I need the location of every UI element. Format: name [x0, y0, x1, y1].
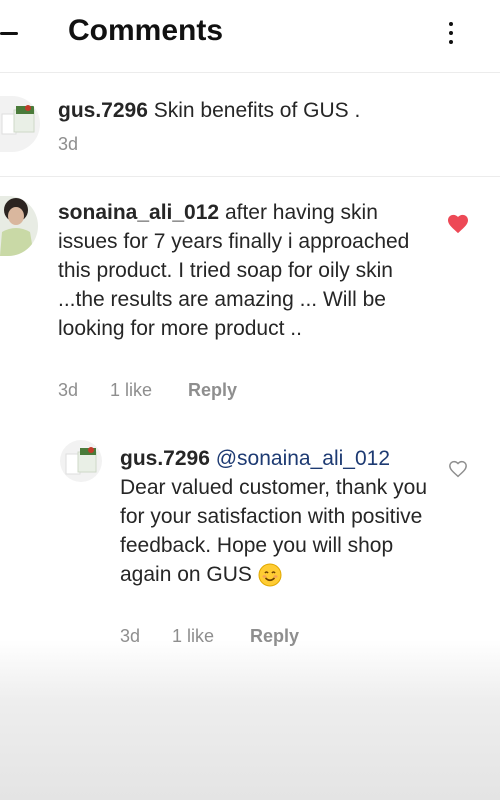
reply-mention-link[interactable]: @sonaina_ali_012	[216, 447, 390, 470]
comment-like-button[interactable]	[447, 214, 469, 234]
comment-username[interactable]: sonaina_ali_012	[58, 201, 219, 224]
reply-reply-button[interactable]: Reply	[250, 626, 299, 647]
caption-meta: 3d	[58, 134, 158, 156]
reply-timestamp: 3d	[120, 626, 141, 646]
caption-body: Skin benefits of GUS .	[153, 99, 361, 122]
back-arrow-icon	[0, 32, 18, 35]
avatar-sonaina[interactable]	[0, 196, 38, 256]
comment-timestamp: 3d	[58, 380, 79, 400]
caption-text: gus.7296 Skin benefits of GUS .	[58, 96, 458, 125]
caption-username[interactable]: gus.7296	[58, 99, 148, 122]
heart-outline-icon	[449, 460, 467, 478]
avatar-gus[interactable]	[0, 96, 40, 152]
caption-divider	[0, 176, 500, 177]
comment-reply-button[interactable]: Reply	[188, 380, 237, 401]
page-title: Comments	[68, 14, 224, 47]
comment-meta: 3d 1 like Reply	[58, 380, 318, 402]
header-bar: Comments	[0, 0, 500, 66]
comment-text: sonaina_ali_012 after having skin issues…	[58, 198, 430, 343]
comment-like-count[interactable]: 1 like	[110, 380, 152, 401]
reply-like-count[interactable]: 1 like	[172, 626, 214, 647]
smiling-face-emoji-icon	[258, 563, 282, 587]
reply-username[interactable]: gus.7296	[120, 447, 210, 470]
avatar-gus-reply[interactable]	[60, 440, 102, 482]
header-divider	[0, 72, 500, 73]
heart-filled-icon	[448, 214, 468, 234]
more-options-button[interactable]	[438, 16, 464, 50]
reply-like-button[interactable]	[448, 460, 468, 478]
reply-text: gus.7296 @sonaina_ali_012 Dear valued cu…	[120, 444, 438, 589]
caption-timestamp: 3d	[58, 134, 79, 154]
back-button[interactable]	[0, 18, 30, 48]
reply-meta: 3d 1 like Reply	[120, 626, 380, 648]
